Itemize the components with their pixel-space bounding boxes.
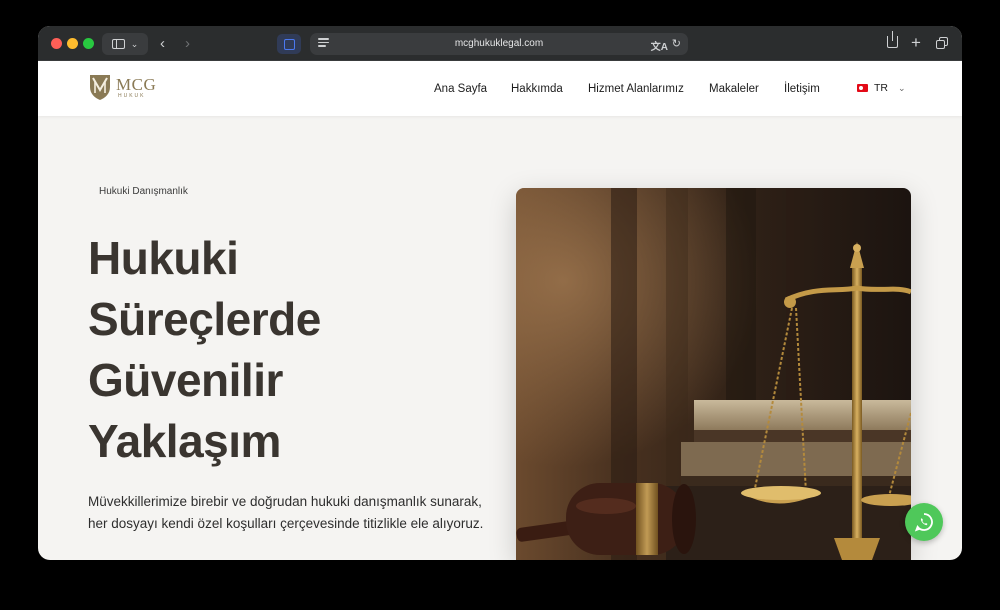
close-window-button[interactable] <box>51 38 62 49</box>
browser-toolbar: ⌄ ‹ › mcghukuklegal.com 文A ↻ + <box>38 26 962 61</box>
hero-eyebrow: Hukuki Danışmanlık <box>99 186 188 197</box>
share-icon[interactable] <box>887 31 898 48</box>
address-bar[interactable]: mcghukuklegal.com 文A ↻ <box>310 33 688 55</box>
nav-link-ana-sayfa[interactable]: Ana Sayfa <box>434 83 487 95</box>
hero-title-line: Hukuki <box>88 232 239 284</box>
zoom-window-button[interactable] <box>83 38 94 49</box>
hero-title: Hukuki Süreçlerde Güvenilir Yaklaşım <box>88 228 448 472</box>
hero-description: Müvekkillerimize birebir ve doğrudan huk… <box>88 491 508 535</box>
sidebar-icon <box>111 39 125 49</box>
scales-of-justice-illustration <box>516 188 911 560</box>
logo-shield-icon <box>90 75 110 100</box>
chevron-down-icon: ⌄ <box>130 38 139 49</box>
reload-icon[interactable]: ↻ <box>672 37 681 50</box>
nav-link-iletisim[interactable]: İletişim <box>784 83 820 95</box>
logo-subtext: HUKUK <box>118 92 146 99</box>
hero-description-line: her dosyayı kendi özel koşulları çerçeve… <box>88 516 484 531</box>
minimize-window-button[interactable] <box>67 38 78 49</box>
language-code: TR <box>874 82 888 94</box>
plus-icon[interactable]: + <box>911 34 921 51</box>
hero-title-line: Güvenilir <box>88 354 283 406</box>
sidebar-toggle-button[interactable]: ⌄ <box>102 33 148 55</box>
language-selector[interactable]: TR ⌄ <box>857 82 906 94</box>
url-text: mcghukuklegal.com <box>454 38 544 49</box>
back-icon[interactable]: ‹ <box>160 36 165 51</box>
extension-button[interactable] <box>277 34 301 54</box>
nav-link-makaleler[interactable]: Makaleler <box>709 83 759 95</box>
nav-link-hizmet-alanlarimiz[interactable]: Hizmet Alanlarımız <box>588 83 684 95</box>
site-logo[interactable]: MCG HUKUK <box>88 73 156 101</box>
translate-icon[interactable]: 文A <box>651 38 668 53</box>
forward-icon[interactable]: › <box>185 36 190 51</box>
site-header: MCG HUKUK Ana Sayfa Hakkımda Hizmet Alan… <box>38 61 962 116</box>
extension-icon <box>283 38 295 50</box>
whatsapp-icon <box>914 513 933 532</box>
tabs-icon[interactable] <box>936 37 948 49</box>
chevron-down-icon: ⌄ <box>898 82 906 93</box>
hero-image-scales-gavel <box>516 188 911 560</box>
logo-text: MCG <box>116 74 157 94</box>
nav-link-hakkimda[interactable]: Hakkımda <box>511 83 563 95</box>
turkey-flag-icon <box>857 84 868 92</box>
browser-window: ⌄ ‹ › mcghukuklegal.com 文A ↻ + MCG HUKUK <box>38 26 962 560</box>
hero-title-line: Süreçlerde <box>88 293 321 345</box>
hero-description-line: Müvekkillerimize birebir ve doğrudan huk… <box>88 494 482 509</box>
hero-title-line: Yaklaşım <box>88 415 281 467</box>
whatsapp-chat-button[interactable] <box>905 503 943 541</box>
